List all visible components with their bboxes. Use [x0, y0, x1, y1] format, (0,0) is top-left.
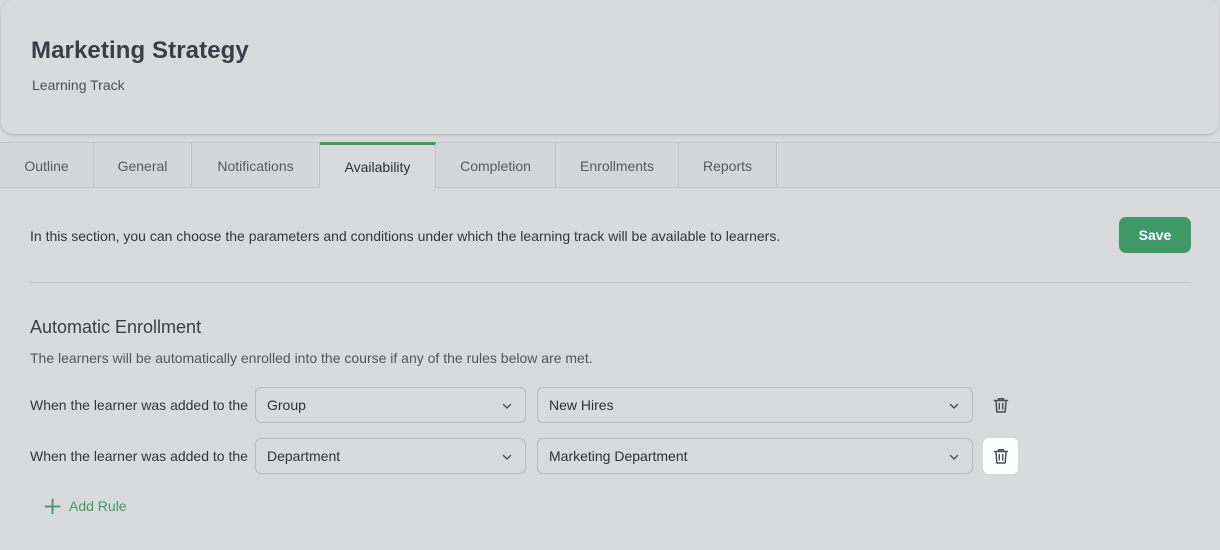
tab-enrollments[interactable]: Enrollments — [556, 143, 679, 188]
page-subtitle: Learning Track — [32, 77, 125, 93]
tab-reports[interactable]: Reports — [679, 143, 777, 188]
intro-text: In this section, you can choose the para… — [30, 228, 781, 244]
tab-general[interactable]: General — [94, 143, 192, 188]
rule-label: When the learner was added to the — [30, 448, 248, 464]
rule-value-select[interactable]: New Hires — [537, 387, 973, 423]
delete-rule-button[interactable] — [983, 387, 1018, 423]
rule-type-value: Department — [267, 448, 341, 464]
delete-rule-button[interactable] — [983, 438, 1018, 474]
header-card: Marketing Strategy Learning Track — [1, 0, 1219, 134]
tab-availability[interactable]: Availability — [320, 142, 436, 188]
section-title: Automatic Enrollment — [30, 317, 202, 337]
rule-value-text: Marketing Department — [549, 448, 688, 464]
save-button[interactable]: Save — [1119, 217, 1191, 253]
trash-icon — [993, 398, 1008, 413]
rule-value-text: New Hires — [549, 397, 614, 413]
chevron-down-icon — [502, 403, 512, 409]
rule-type-select[interactable]: Group — [255, 387, 526, 423]
rule-type-value: Group — [267, 397, 306, 413]
tab-notifications[interactable]: Notifications — [192, 143, 320, 188]
availability-panel: In this section, you can choose the para… — [0, 188, 1220, 550]
divider — [30, 282, 1191, 283]
tab-outline[interactable]: Outline — [0, 143, 94, 188]
section-description: The learners will be automatically enrol… — [30, 350, 593, 366]
add-rule-label: Add Rule — [69, 498, 127, 514]
chevron-down-icon — [502, 454, 512, 460]
rule-row: When the learner was added to the Depart… — [0, 438, 1220, 474]
rule-label: When the learner was added to the — [30, 397, 248, 413]
tab-bar: Outline General Notifications Availabili… — [0, 142, 1220, 188]
tab-completion[interactable]: Completion — [436, 143, 556, 188]
page-title: Marketing Strategy — [31, 37, 249, 64]
chevron-down-icon — [949, 403, 959, 409]
trash-icon — [993, 449, 1008, 464]
rule-value-select[interactable]: Marketing Department — [537, 438, 973, 474]
plus-icon — [44, 498, 61, 514]
rule-row: When the learner was added to the Group … — [0, 387, 1220, 423]
add-rule-button[interactable]: Add Rule — [44, 496, 127, 516]
rule-type-select[interactable]: Department — [255, 438, 526, 474]
chevron-down-icon — [949, 454, 959, 460]
